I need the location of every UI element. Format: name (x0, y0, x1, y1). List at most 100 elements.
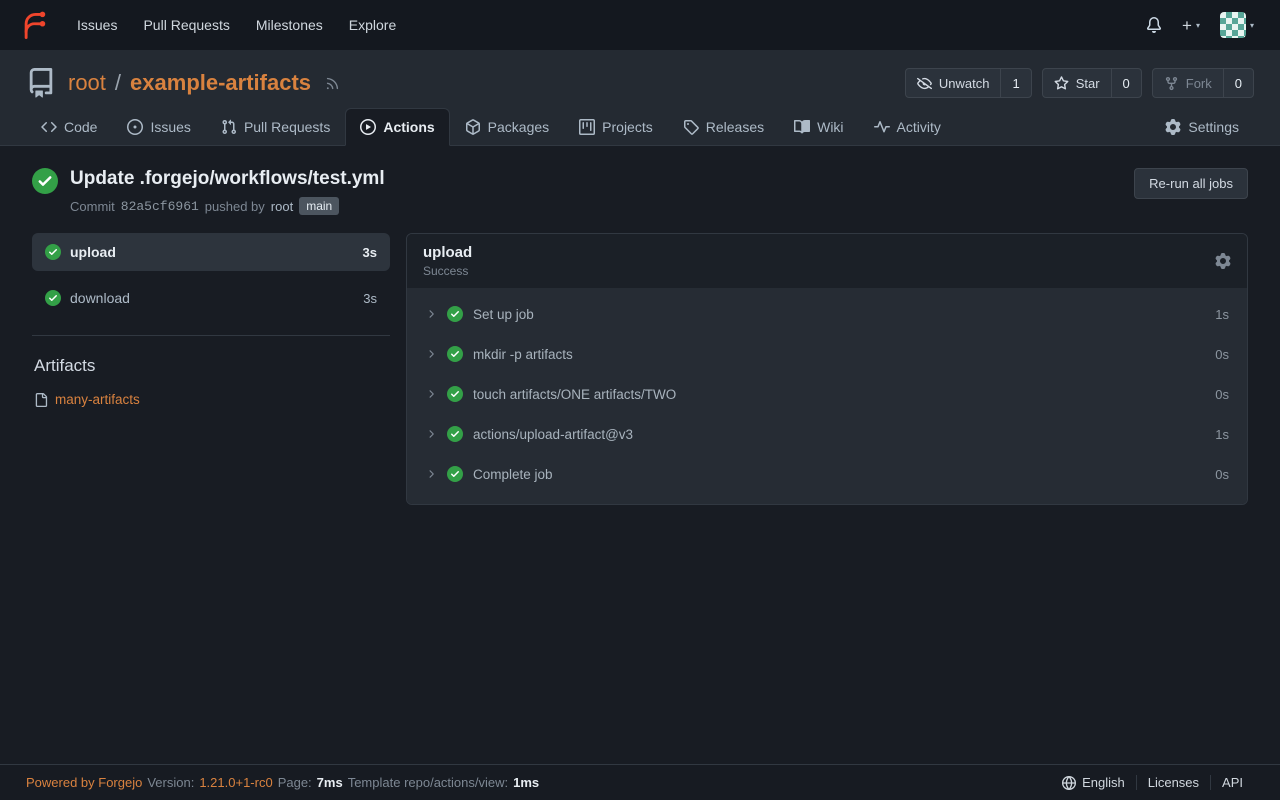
tab-issues[interactable]: Issues (112, 108, 205, 146)
tab-activity[interactable]: Activity (859, 108, 956, 146)
job-detail-panel: upload Success Set up job 1s mkdir -p (406, 233, 1248, 505)
create-new-dropdown[interactable]: + ▾ (1174, 11, 1208, 40)
tab-actions[interactable]: Actions (345, 108, 449, 146)
chevron-right-icon (425, 308, 437, 320)
tab-code[interactable]: Code (26, 108, 112, 146)
repo-name-link[interactable]: example-artifacts (130, 70, 311, 96)
tab-settings[interactable]: Settings (1150, 108, 1254, 146)
page-time-value: 7ms (317, 775, 343, 790)
version-link[interactable]: 1.21.0+1-rc0 (199, 775, 272, 790)
repo-title: root / example-artifacts (68, 70, 311, 96)
run-success-icon (32, 168, 58, 194)
tab-releases[interactable]: Releases (668, 108, 779, 146)
watch-button-group: Unwatch 1 (905, 68, 1032, 98)
watchers-count[interactable]: 1 (1000, 69, 1030, 97)
star-button-group: Star 0 (1042, 68, 1142, 98)
code-icon (41, 119, 57, 135)
repo-title-separator: / (115, 70, 121, 96)
step-success-icon (447, 386, 463, 402)
eye-slash-icon (917, 76, 932, 91)
page-time-label: Page: (278, 775, 312, 790)
nav-explore[interactable]: Explore (338, 9, 407, 41)
job-duration: 3s (363, 245, 377, 260)
stars-count[interactable]: 0 (1111, 69, 1141, 97)
fork-button[interactable]: Fork (1153, 69, 1223, 97)
job-duration: 3s (363, 291, 377, 306)
star-button[interactable]: Star (1043, 69, 1111, 97)
tab-packages[interactable]: Packages (450, 108, 564, 146)
gear-icon (1165, 119, 1181, 135)
tab-activity-label: Activity (897, 119, 941, 135)
version-label: Version: (147, 775, 194, 790)
tab-settings-label: Settings (1188, 119, 1239, 135)
step-name: Complete job (473, 467, 553, 482)
step-name: mkdir -p artifacts (473, 347, 573, 362)
fork-button-group: Fork 0 (1152, 68, 1254, 98)
api-link[interactable]: API (1210, 775, 1254, 790)
language-menu[interactable]: English (1051, 775, 1136, 790)
step-success-icon (447, 346, 463, 362)
fork-icon (1164, 76, 1179, 91)
tab-projects[interactable]: Projects (564, 108, 668, 146)
pull-request-icon (221, 119, 237, 135)
tab-projects-label: Projects (602, 119, 653, 135)
rerun-all-jobs-button[interactable]: Re-run all jobs (1134, 168, 1248, 199)
artifact-item: many-artifacts (32, 392, 390, 407)
step-row-set-up-job[interactable]: Set up job 1s (407, 294, 1247, 334)
repo-icon (26, 68, 56, 98)
notifications-button[interactable] (1138, 11, 1170, 39)
step-row-touch[interactable]: touch artifacts/ONE artifacts/TWO 0s (407, 374, 1247, 414)
issue-circle-icon (127, 119, 143, 135)
branch-badge[interactable]: main (299, 197, 339, 215)
job-success-icon (45, 244, 61, 260)
step-name: Set up job (473, 307, 534, 322)
run-header-text: Update .forgejo/workflows/test.yml Commi… (70, 168, 385, 215)
tab-wiki[interactable]: Wiki (779, 108, 858, 146)
globe-icon (1062, 776, 1076, 790)
artifact-link-many-artifacts[interactable]: many-artifacts (55, 392, 140, 407)
unwatch-button[interactable]: Unwatch (906, 69, 1001, 97)
actions-run-page: Update .forgejo/workflows/test.yml Commi… (0, 146, 1280, 764)
commit-sha-link[interactable]: 82a5cf6961 (121, 199, 199, 214)
step-success-icon (447, 306, 463, 322)
step-row-upload-artifact[interactable]: actions/upload-artifact@v3 1s (407, 414, 1247, 454)
repo-owner-link[interactable]: root (68, 70, 106, 96)
run-header: Update .forgejo/workflows/test.yml Commi… (32, 168, 1248, 215)
chevron-down-icon: ▾ (1250, 21, 1254, 30)
step-row-mkdir[interactable]: mkdir -p artifacts 0s (407, 334, 1247, 374)
powered-by-link[interactable]: Powered by Forgejo (26, 775, 142, 790)
user-menu[interactable]: ▾ (1212, 6, 1262, 44)
project-board-icon (579, 119, 595, 135)
run-title: Update .forgejo/workflows/test.yml (70, 168, 385, 190)
tab-code-label: Code (64, 119, 97, 135)
forks-count[interactable]: 0 (1223, 69, 1253, 97)
pusher-link[interactable]: root (271, 199, 293, 214)
bell-icon (1146, 17, 1162, 33)
gear-icon (1215, 253, 1231, 269)
rss-feed-button[interactable] (325, 76, 340, 91)
job-options-button[interactable] (1215, 253, 1231, 269)
nav-pull-requests[interactable]: Pull Requests (132, 9, 240, 41)
tab-pull-requests-label: Pull Requests (244, 119, 330, 135)
step-row-complete-job[interactable]: Complete job 0s (407, 454, 1247, 494)
run-columns: upload 3s download 3s Artifacts many-art… (32, 233, 1248, 505)
chevron-right-icon (425, 348, 437, 360)
nav-milestones[interactable]: Milestones (245, 9, 334, 41)
template-time-label: Template repo/actions/view: (348, 775, 508, 790)
language-label: English (1082, 775, 1125, 790)
tab-pull-requests[interactable]: Pull Requests (206, 108, 345, 146)
licenses-link[interactable]: Licenses (1136, 775, 1210, 790)
nav-issues[interactable]: Issues (66, 9, 128, 41)
chevron-down-icon: ▾ (1196, 21, 1200, 30)
job-item-upload[interactable]: upload 3s (32, 233, 390, 271)
play-circle-icon (360, 119, 376, 135)
job-item-download[interactable]: download 3s (32, 279, 390, 317)
step-duration: 0s (1215, 387, 1229, 402)
commit-line: Commit 82a5cf6961 pushed by root main (70, 197, 385, 215)
forgejo-logo[interactable] (18, 10, 48, 40)
step-name: touch artifacts/ONE artifacts/TWO (473, 387, 676, 402)
job-panel-status: Success (423, 264, 472, 278)
step-duration: 1s (1215, 307, 1229, 322)
tab-packages-label: Packages (488, 119, 549, 135)
job-panel-header-text: upload Success (423, 244, 472, 278)
